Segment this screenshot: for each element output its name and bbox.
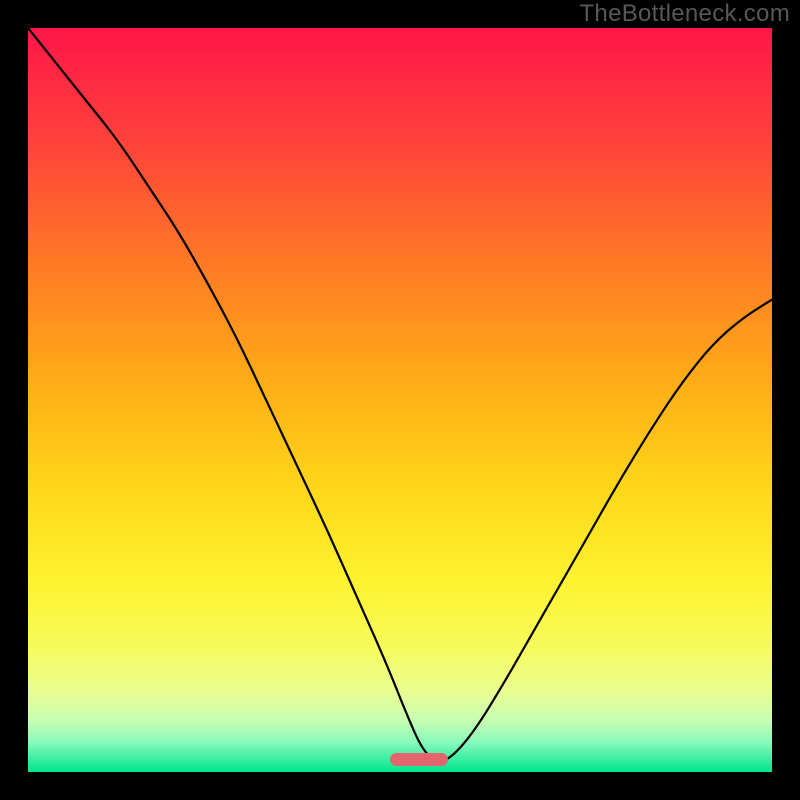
bottleneck-curve (28, 28, 772, 761)
curve-layer (28, 28, 772, 772)
optimal-marker (390, 753, 448, 766)
chart-frame: TheBottleneck.com (0, 0, 800, 800)
plot-area (28, 28, 772, 772)
watermark-text: TheBottleneck.com (579, 0, 790, 28)
